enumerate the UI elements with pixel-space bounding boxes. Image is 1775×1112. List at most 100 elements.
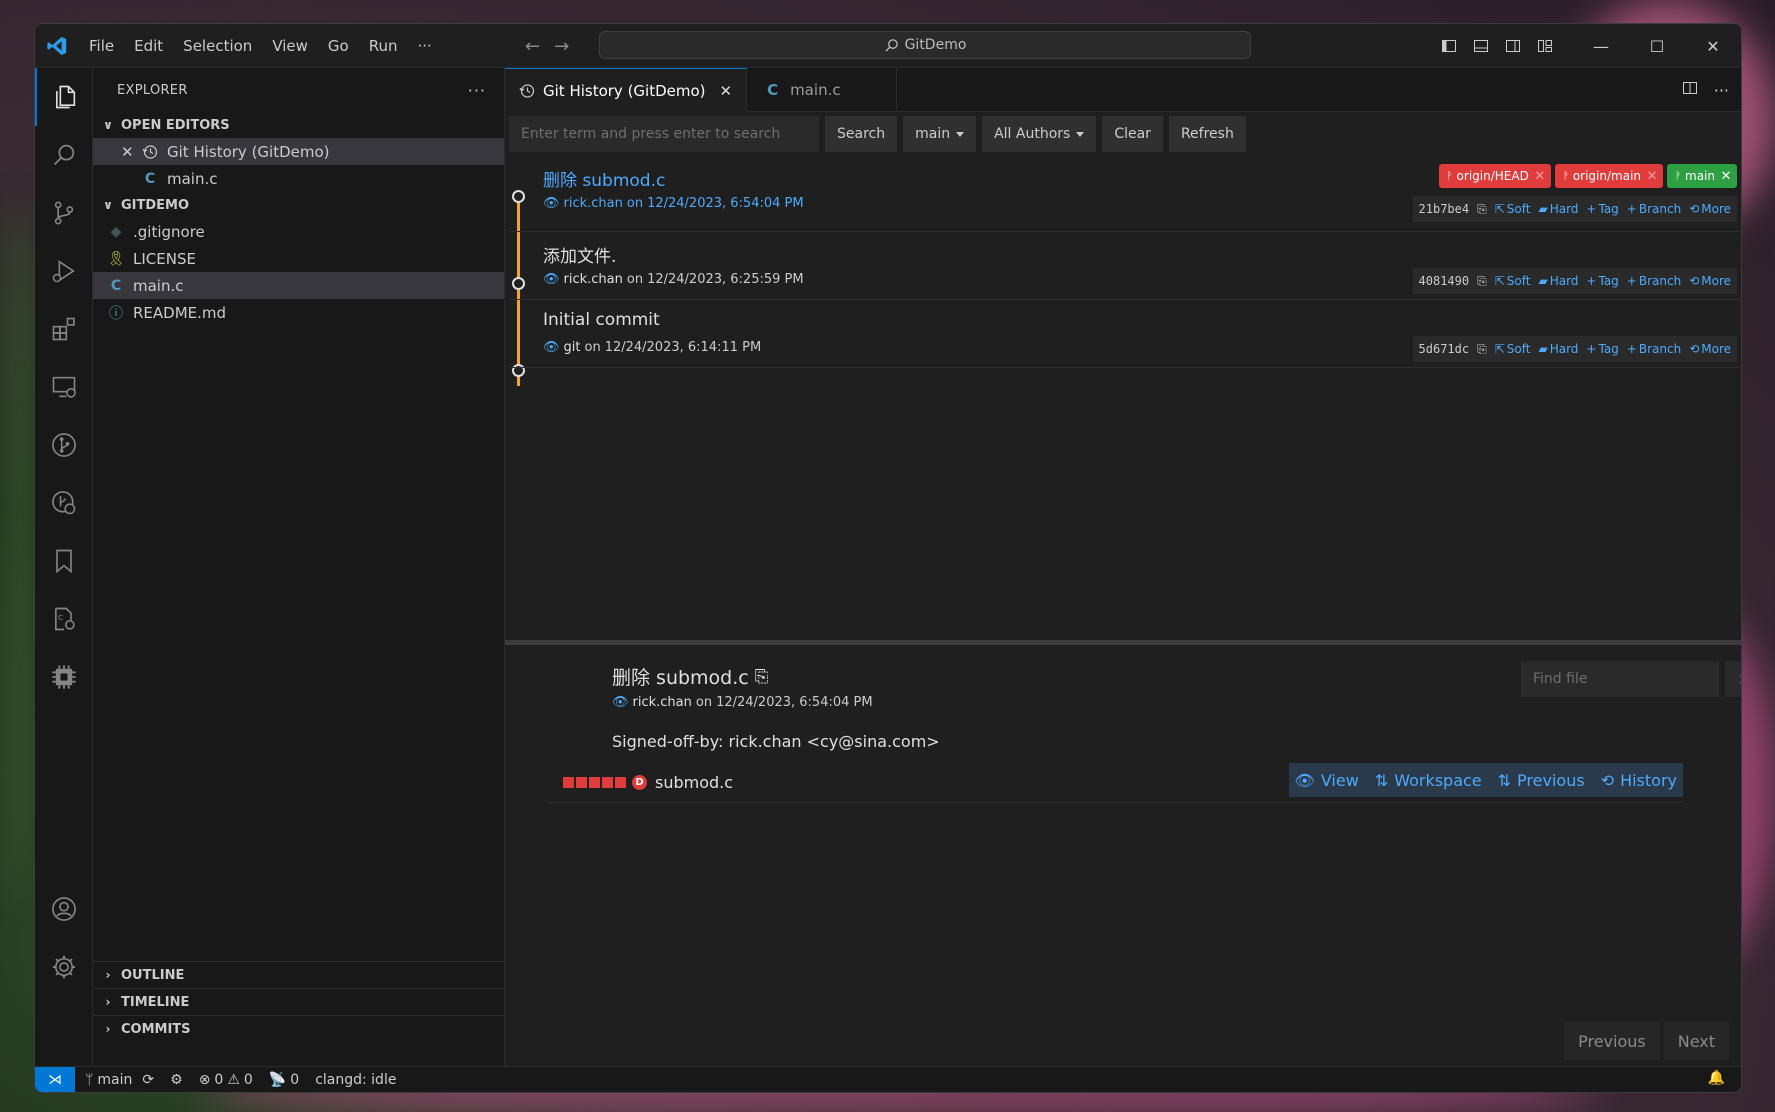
details-author[interactable]: rick.chan xyxy=(633,695,692,710)
open-editors-section[interactable]: ∨ OPEN EDITORS xyxy=(93,112,504,138)
commit-message[interactable]: 删除 submod.c xyxy=(543,166,665,191)
menu-go[interactable]: Go xyxy=(318,24,359,68)
menu-file[interactable]: File xyxy=(79,24,124,68)
commit-message[interactable]: 添加文件. xyxy=(543,242,616,267)
clangd-status[interactable]: clangd: idle xyxy=(315,1072,396,1088)
timeline-section[interactable]: › TIMELINE xyxy=(93,988,504,1015)
split-editor-icon[interactable] xyxy=(1682,80,1698,100)
reset-hard-button[interactable]: ▰ Hard xyxy=(1538,274,1578,288)
outline-section[interactable]: › OUTLINE xyxy=(93,961,504,988)
more-button[interactable]: ⟲ More xyxy=(1689,342,1731,356)
remove-ref-icon[interactable]: ✕ xyxy=(1641,169,1663,184)
search-input[interactable] xyxy=(509,116,819,152)
branch-dropdown[interactable]: main xyxy=(903,116,977,152)
customize-layout-icon[interactable] xyxy=(1529,24,1561,68)
source-control-icon[interactable] xyxy=(35,184,93,242)
reset-hard-button[interactable]: ▰ Hard xyxy=(1538,202,1578,216)
ref-origin-head[interactable]: ᚹ origin/HEAD ✕ xyxy=(1438,164,1551,188)
file-main-c[interactable]: C main.c xyxy=(93,272,504,299)
commit-row[interactable]: Initial commit 👁 git on 12/24/2023, 6:14… xyxy=(509,300,1741,368)
open-editor-main-c[interactable]: C main.c xyxy=(93,165,504,192)
bookmark-icon[interactable] xyxy=(35,532,93,590)
view-file-button[interactable]: 👁 View xyxy=(1295,771,1359,790)
compare-workspace-button[interactable]: ⇅ Workspace xyxy=(1375,771,1482,790)
close-tab-icon[interactable]: ✕ xyxy=(720,82,733,100)
ref-main[interactable]: ᚹ main ✕ xyxy=(1667,164,1737,188)
back-arrow-icon[interactable]: ← xyxy=(525,36,540,57)
run-debug-icon[interactable] xyxy=(35,242,93,300)
search-button[interactable]: Search xyxy=(825,116,898,152)
notifications-bell-icon[interactable]: 🔔 xyxy=(1708,1070,1725,1086)
extensions-icon[interactable] xyxy=(35,300,93,358)
reset-hard-button[interactable]: ▰ Hard xyxy=(1538,342,1578,356)
add-branch-button[interactable]: + Branch xyxy=(1627,274,1681,288)
ports-indicator[interactable]: 📡 0 xyxy=(269,1072,299,1088)
run-debug-status-icon[interactable]: ⚙ xyxy=(170,1072,183,1088)
close-icon[interactable]: ✕ xyxy=(121,143,139,161)
sync-icon[interactable]: ⟳ xyxy=(142,1072,154,1088)
accounts-icon[interactable] xyxy=(35,880,93,938)
more-button[interactable]: ⟲ More xyxy=(1689,202,1731,216)
eye-icon[interactable]: 👁 xyxy=(612,695,629,710)
add-branch-button[interactable]: + Branch xyxy=(1627,202,1681,216)
tab-main-c[interactable]: C main.c xyxy=(747,68,898,112)
close-window-icon[interactable]: ✕ xyxy=(1685,24,1741,68)
status-branch[interactable]: ᛘ main xyxy=(85,1072,132,1088)
copy-hash-icon[interactable]: ⎘ xyxy=(1477,274,1487,289)
authors-dropdown[interactable]: All Authors xyxy=(982,116,1097,152)
menu-selection[interactable]: Selection xyxy=(173,24,262,68)
settings-gear-icon[interactable] xyxy=(35,938,93,996)
copy-message-icon[interactable]: ⎘ xyxy=(755,667,769,687)
menu-edit[interactable]: Edit xyxy=(124,24,173,68)
remote-explorer-icon[interactable] xyxy=(35,358,93,416)
commit-author[interactable]: rick.chan xyxy=(564,272,623,287)
menu-more[interactable]: ··· xyxy=(408,24,442,68)
minimize-icon[interactable]: — xyxy=(1573,24,1629,68)
previous-page-button[interactable]: Previous xyxy=(1564,1022,1660,1060)
tab-git-history[interactable]: Git History (GitDemo) ✕ xyxy=(505,68,748,112)
next-page-button[interactable]: Next xyxy=(1663,1022,1729,1060)
clear-button[interactable]: Clear xyxy=(1102,116,1163,152)
eye-icon[interactable]: 👁 xyxy=(543,340,560,355)
eye-icon[interactable]: 👁 xyxy=(543,196,560,211)
cmake-settings-icon[interactable]: C xyxy=(35,590,93,648)
add-tag-button[interactable]: + Tag xyxy=(1586,202,1618,216)
file-readme[interactable]: ⓘ README.md xyxy=(93,299,504,326)
reset-soft-button[interactable]: ⇱ Soft xyxy=(1495,274,1531,288)
refresh-button[interactable]: Refresh xyxy=(1168,116,1246,152)
add-tag-button[interactable]: + Tag xyxy=(1586,274,1618,288)
commit-author[interactable]: rick.chan xyxy=(564,196,623,211)
forward-arrow-icon[interactable]: → xyxy=(554,36,569,57)
reset-soft-button[interactable]: ⇱ Soft xyxy=(1495,202,1531,216)
remove-ref-icon[interactable]: ✕ xyxy=(1529,169,1551,184)
commit-message[interactable]: Initial commit xyxy=(543,310,660,330)
changed-file-name[interactable]: submod.c xyxy=(655,773,733,792)
reset-soft-button[interactable]: ⇱ Soft xyxy=(1495,342,1531,356)
add-tag-button[interactable]: + Tag xyxy=(1586,342,1618,356)
commit-row[interactable]: 添加文件. 👁 rick.chan on 12/24/2023, 6:25:59… xyxy=(509,232,1741,300)
menu-view[interactable]: View xyxy=(262,24,318,68)
gitdemo-section[interactable]: ∨ GITDEMO xyxy=(93,192,504,218)
open-editor-git-history[interactable]: ✕ Git History (GitDemo) xyxy=(93,138,504,165)
copy-hash-icon[interactable]: ⎘ xyxy=(1477,342,1487,357)
explorer-icon[interactable] xyxy=(35,68,93,126)
close-details-button[interactable]: ✕ xyxy=(1725,661,1741,697)
ref-origin-main[interactable]: ᚹ origin/main ✕ xyxy=(1554,164,1664,188)
changed-file-row[interactable]: D submod.c 👁 View ⇅ Workspace ⇅ Previous ⟲ H… xyxy=(547,763,1683,803)
chip-icon[interactable] xyxy=(35,648,93,706)
file-history-button[interactable]: ⟲ History xyxy=(1601,771,1677,790)
more-actions-icon[interactable]: ··· xyxy=(1714,81,1729,100)
search-icon[interactable] xyxy=(35,126,93,184)
remote-indicator-icon[interactable]: ⋊ xyxy=(35,1066,75,1092)
problems-indicator[interactable]: ⊗ 0 ⚠ 0 xyxy=(199,1072,253,1088)
commits-section[interactable]: › COMMITS xyxy=(93,1015,504,1042)
maximize-icon[interactable]: ☐ xyxy=(1629,24,1685,68)
eye-icon[interactable]: 👁 xyxy=(543,272,560,287)
git-graph-icon[interactable] xyxy=(35,416,93,474)
command-center[interactable]: GitDemo xyxy=(599,31,1251,59)
menu-run[interactable]: Run xyxy=(359,24,408,68)
commit-row[interactable]: 删除 submod.c 👁 rick.chan on 12/24/2023, 6… xyxy=(509,156,1741,232)
file-license[interactable]: 🎗 LICENSE xyxy=(93,245,504,272)
more-button[interactable]: ⟲ More xyxy=(1689,274,1731,288)
find-file-input[interactable] xyxy=(1521,661,1719,697)
